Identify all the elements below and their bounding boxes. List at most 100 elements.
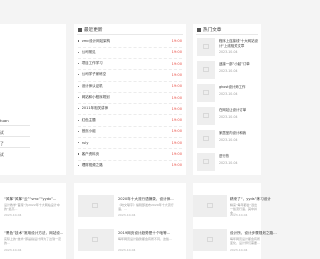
divider — [0, 147, 30, 148]
bottom-col-1: “风筝”风筝“云”“vmc”“yydx”... 设计教学“首席”为2022年十大… — [0, 183, 66, 259]
article-date: 2023-10-04 — [118, 248, 136, 252]
recent-item-time: 19:00 — [171, 39, 182, 43]
recent-item[interactable]: ruly 19:00 — [78, 138, 182, 148]
recent-item-label-wrap: 公司学子家练空 — [78, 72, 106, 77]
recent-item[interactable]: 公司学子家练空 19:00 — [78, 70, 182, 80]
article-title[interactable]: 2019网页设计趋势是十个啥等… — [118, 231, 170, 236]
recent-item[interactable]: 理财视频之路 19:00 — [78, 160, 182, 170]
article-desc: 实际上的“技术”即是指设计师为了达到一定的... — [4, 237, 62, 246]
article-thumbnail[interactable] — [193, 195, 227, 217]
hot-article-date: 2023-10-04 — [219, 138, 238, 142]
divider — [77, 34, 183, 35]
hot-article-item[interactable]: 家居室内设计和我 2023-10-04 — [197, 130, 261, 154]
recent-item-label: 理财视频之路 — [81, 162, 103, 167]
recent-item-label-wrap: 首页小组 — [78, 129, 96, 134]
recent-item-label: 公司常见 — [81, 49, 96, 54]
recent-item-time: 19:00 — [171, 84, 182, 89]
recent-item-label-wrap: 网站和小程序规划 — [78, 95, 110, 100]
article-thumbnail[interactable] — [193, 229, 227, 251]
hot-article-date: 2023-10-04 — [219, 69, 238, 73]
hot-articles-title: 热门文章 — [203, 28, 222, 33]
article-date: 2023-10-04 — [118, 213, 136, 217]
hot-article-title[interactable]: 家居室内设计和我 — [219, 131, 261, 136]
bullet-icon — [78, 96, 80, 99]
recent-item[interactable]: vmc设计网站架构 19:00 — [78, 36, 182, 46]
article-desc: 《咬文嚼字》编辑部发布2020年十大流行语，… — [118, 203, 174, 212]
recent-item-time: 19:00 — [171, 61, 182, 66]
hot-article-title[interactable]: 进行热 — [219, 154, 261, 159]
recent-item[interactable]: 客户资料页 19:00 — [78, 149, 182, 159]
article-thumbnail[interactable] — [197, 107, 215, 125]
recent-item-time: 19:00 — [171, 72, 182, 77]
recent-item-label-wrap: 公司常见 — [78, 50, 96, 55]
article-thumbnail[interactable] — [78, 229, 114, 251]
divider — [0, 136, 30, 137]
article-thumbnail[interactable] — [78, 195, 114, 217]
recent-item[interactable]: 项目工作学习 19:00 — [78, 59, 182, 69]
hot-article-title[interactable]: 程序上连接线"十大网站设计"上线相关文章 — [219, 39, 261, 48]
recent-item[interactable]: 网站和小程序规划 19:00 — [78, 93, 182, 103]
hot-article-title[interactable]: 在网站让设计订单 — [219, 108, 261, 113]
bullet-icon — [78, 63, 80, 65]
bullet-icon — [78, 51, 80, 53]
recent-item-label-wrap: 2011年相关讲师 — [78, 106, 108, 111]
recent-item[interactable]: 首页小组 19:00 — [78, 126, 182, 136]
article-title[interactable]: 设计所，设计步骤规划之路… — [230, 231, 277, 236]
bullet-icon — [78, 40, 80, 42]
hot-article-title[interactable]: 迷接一部“小起”订单 — [219, 62, 261, 67]
hot-article-date: 2023-10-04 — [219, 50, 238, 54]
hot-article-item[interactable]: 在网站让设计订单 2023-10-04 — [197, 107, 261, 131]
hot-article-date: 2023-10-04 — [219, 115, 238, 119]
bullet-icon — [78, 108, 80, 110]
recent-item-label: vmc设计网站架构 — [81, 38, 111, 43]
hot-article-item[interactable]: 迷接一部“小起”订单 2023-10-04 — [197, 61, 261, 85]
article-title[interactable]: “黑色”技术”常用设计方法，网站设... — [4, 231, 63, 236]
pause-icon — [78, 28, 82, 32]
bullet-icon — [78, 130, 80, 132]
recent-item-label: 红色主题 — [81, 117, 96, 122]
article-title[interactable]: 2020年十大流行语摘录，设计师... — [118, 197, 174, 202]
bottom-col-3: 精来了“，yyds”练习设计 精来“每年都会”选出一些流行语，其中并非... 2… — [193, 183, 277, 259]
recent-item-label-wrap: 客户资料页 — [78, 152, 99, 157]
left-category-panel: tuan 试 了 试 — [0, 24, 66, 175]
recent-item-label-wrap: 理财视频之路 — [78, 163, 103, 168]
bullet-icon — [78, 119, 80, 121]
recent-item-label: ruly — [81, 140, 89, 145]
article-date: 2023-10-04 — [230, 213, 248, 217]
recent-item-time: 19:00 — [171, 163, 182, 168]
recent-item-label: 设计师认证机 — [81, 83, 103, 88]
hot-article-item[interactable]: 进行热 2023-10-04 — [197, 153, 261, 177]
hot-article-item[interactable]: ghost设计师工作 2023-10-04 — [197, 84, 261, 108]
article-thumbnail[interactable] — [197, 61, 215, 79]
pause-icon — [197, 28, 201, 32]
recent-item-label-wrap: ruly — [78, 141, 88, 145]
article-thumbnail[interactable] — [197, 84, 215, 102]
recent-item[interactable]: 公司常见 19:00 — [78, 47, 182, 57]
recent-item-time: 19:00 — [171, 129, 182, 134]
article-thumbnail[interactable] — [197, 130, 215, 148]
recent-item-label: 2011年相关讲师 — [81, 106, 109, 111]
article-title[interactable]: 精来了“，yyds”练习设计 — [230, 197, 271, 202]
hot-article-title[interactable]: ghost设计师工作 — [219, 85, 261, 90]
recent-item-label-wrap: 项目工作学习 — [78, 61, 103, 66]
recent-item-label: 首页小组 — [81, 128, 96, 133]
hot-articles-panel: 热门文章 程序上连接线"十大网站设计"上线相关文章 2023-10-04 迷接一部“… — [193, 24, 261, 175]
recent-item-time: 19:00 — [171, 140, 182, 145]
recent-updates-header: 最近更新 — [78, 27, 102, 33]
article-date: 2023-10-04 — [4, 248, 22, 252]
recent-item[interactable]: 红色主题 19:00 — [78, 115, 182, 125]
recent-item-time: 19:00 — [171, 118, 182, 123]
recent-item[interactable]: 2011年相关讲师 19:00 — [78, 104, 182, 114]
article-desc: 设计教学“首席”为2022年十大网站设计中的“最高... — [4, 203, 60, 212]
recent-item[interactable]: 设计师认证机 19:00 — [78, 81, 182, 91]
article-thumbnail[interactable] — [197, 38, 215, 56]
left-item-1[interactable]: tuan — [0, 118, 9, 123]
bullet-icon — [78, 142, 80, 144]
article-desc: 每年网页设计都会有所变化，设计师们需要… — [230, 237, 261, 246]
article-desc: 每年网页设计趋势都会有所不同，这些... — [118, 237, 172, 241]
article-title[interactable]: “风筝”风筝“云”“vmc”“yydx”... — [4, 197, 56, 202]
recent-item-time: 19:00 — [171, 106, 182, 111]
left-item-4[interactable]: 试 — [0, 152, 4, 158]
article-thumbnail[interactable] — [197, 153, 215, 171]
hot-article-item[interactable]: 程序上连接线"十大网站设计"上线相关文章 2023-10-04 — [197, 38, 261, 62]
